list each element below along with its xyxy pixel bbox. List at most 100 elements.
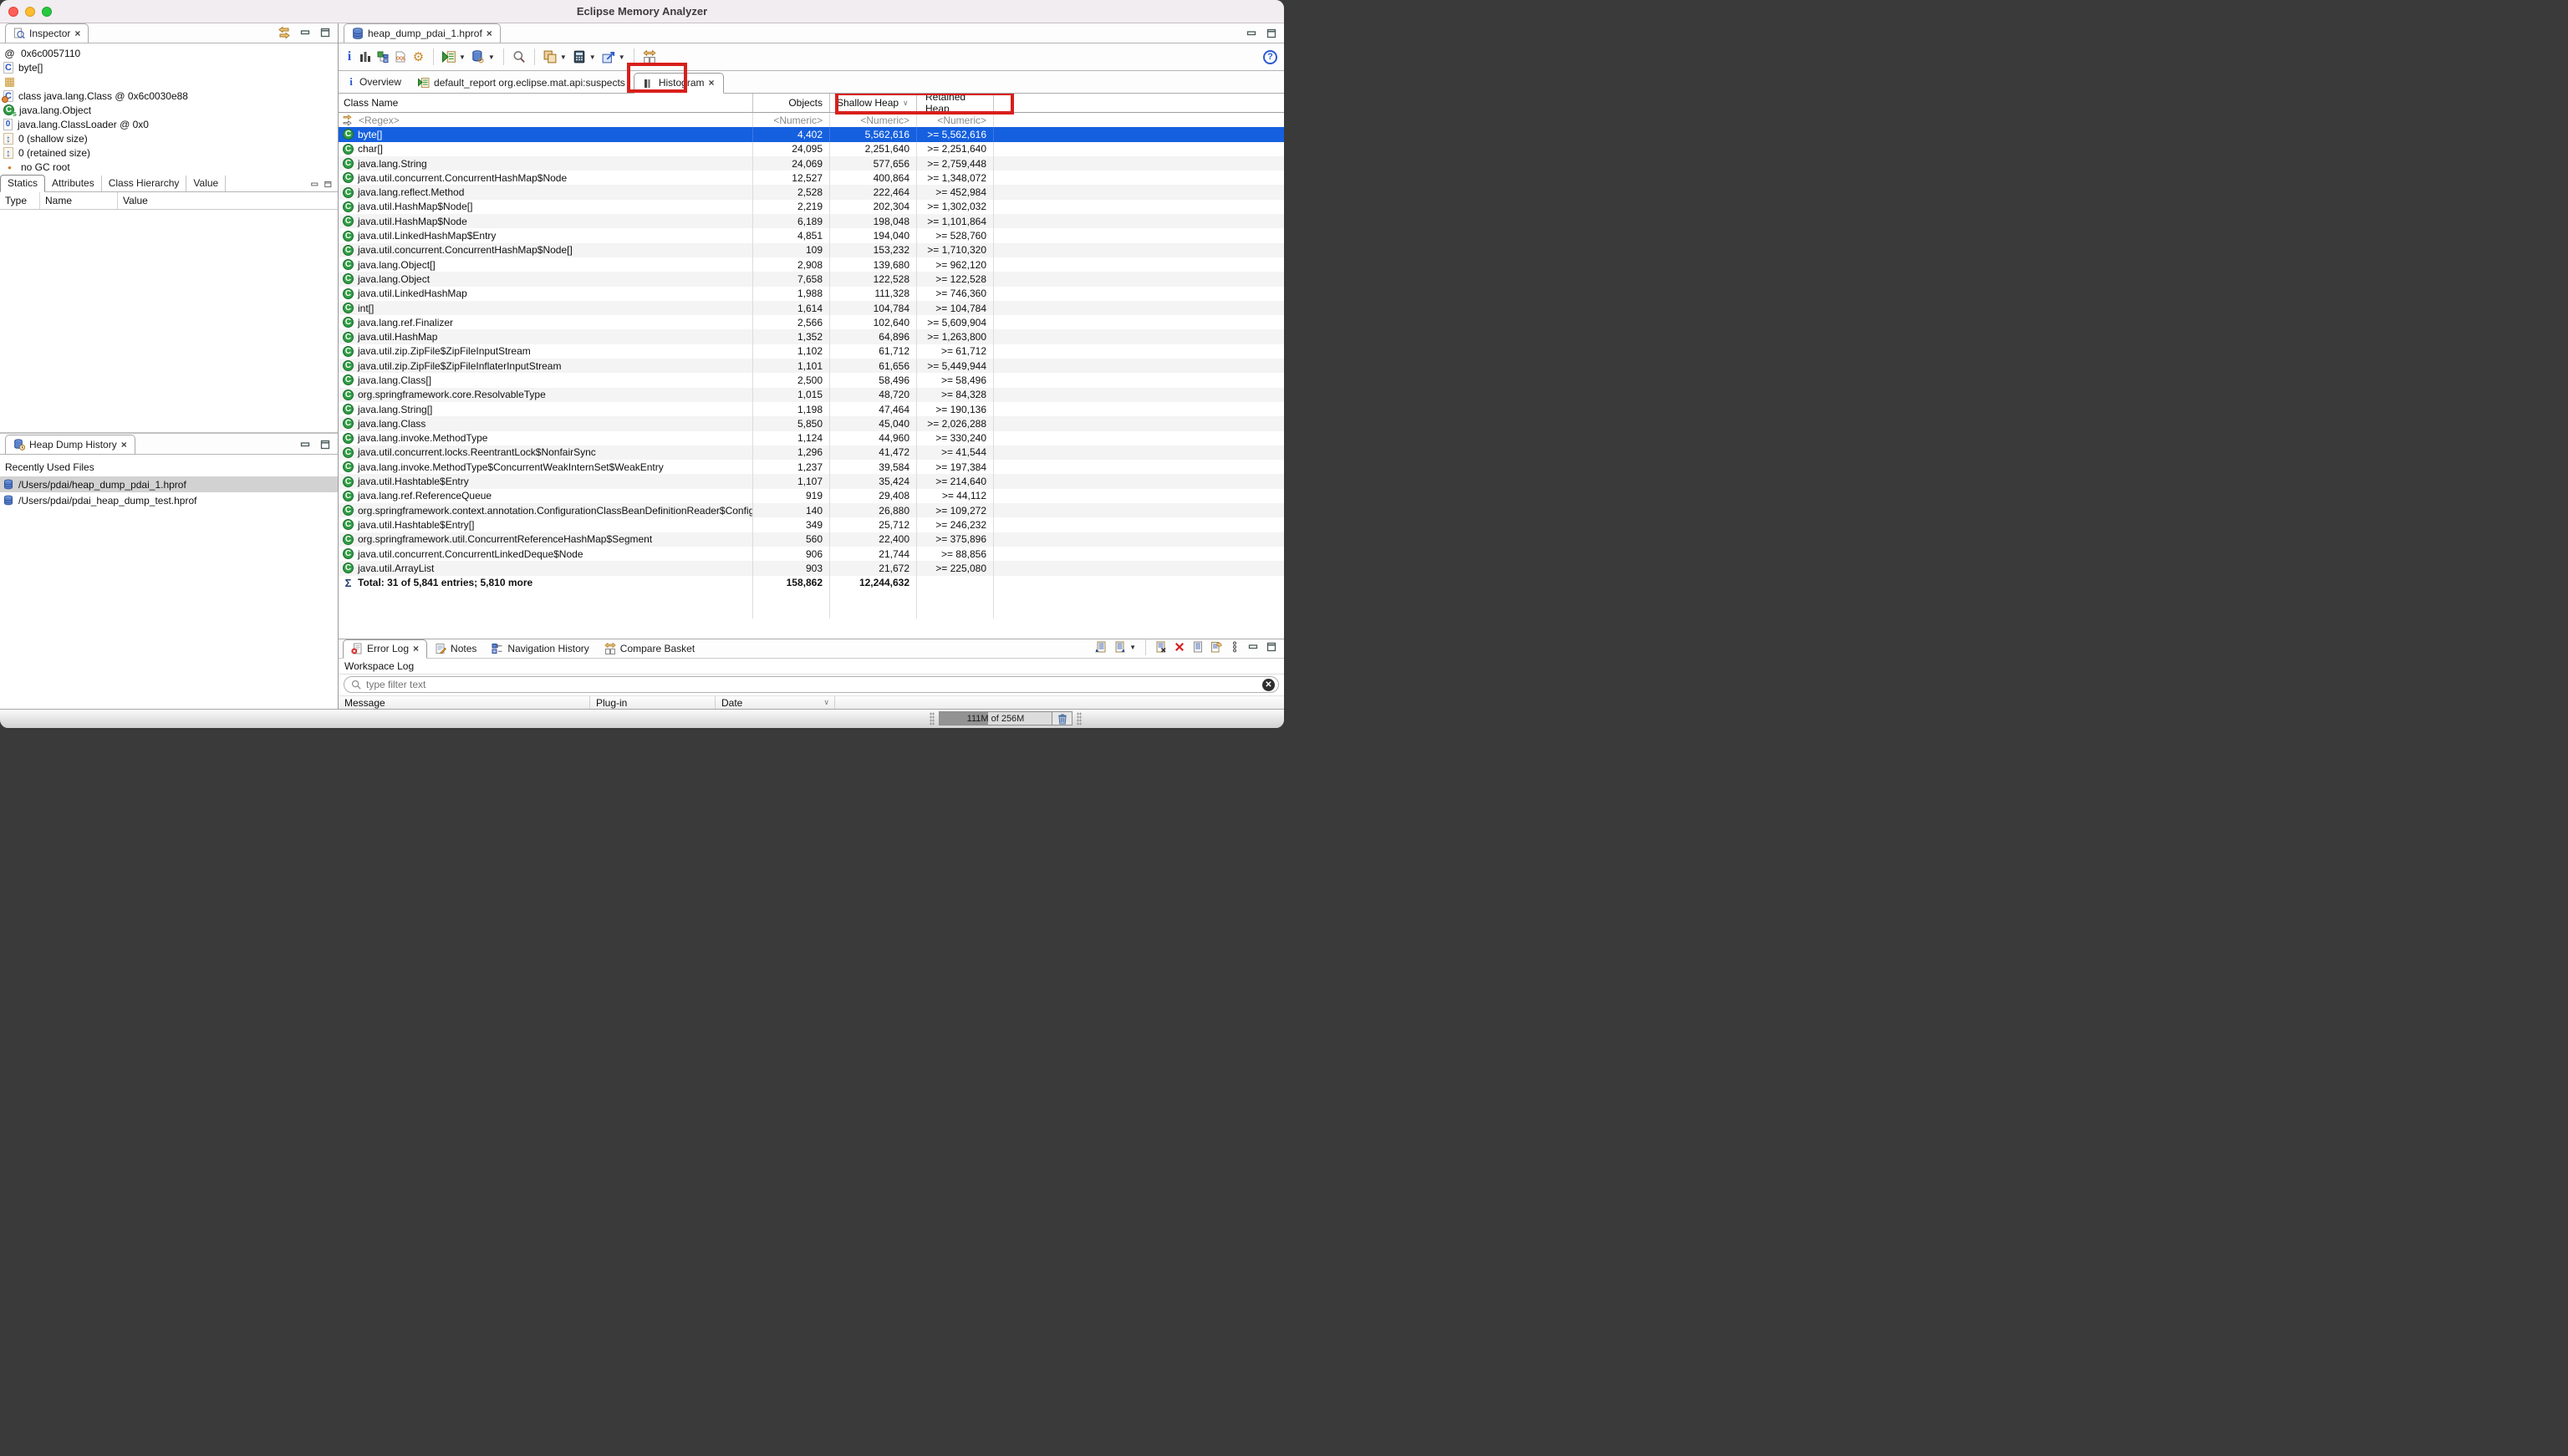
log-filter-box[interactable]: ✕ [344, 676, 1279, 693]
overview-info-icon[interactable]: i [345, 49, 354, 64]
query-browser-icon[interactable]: ⚙ [471, 50, 485, 64]
inspector-item[interactable]: 0 java.lang.ClassLoader @ 0x0 [3, 117, 338, 131]
close-icon[interactable]: × [121, 440, 127, 450]
tab-compare-basket[interactable]: Compare Basket [597, 640, 702, 658]
histogram-row[interactable]: Cjava.util.concurrent.ConcurrentHashMap$… [339, 171, 1284, 185]
tab-heap-dump-history[interactable]: Heap Dump History × [5, 435, 135, 454]
histogram-row[interactable]: Cjava.util.Hashtable$Entry 1,107 35,424 … [339, 474, 1284, 488]
dropdown-arrow-icon[interactable]: ▼ [1129, 644, 1136, 651]
histogram-row[interactable]: Cjava.util.zip.ZipFile$ZipFileInputStrea… [339, 344, 1284, 359]
histogram-row[interactable]: Cjava.util.ArrayList 903 21,672 >= 225,0… [339, 561, 1284, 575]
histogram-total-row[interactable]: ΣTotal: 31 of 5,841 entries; 5,810 more … [339, 576, 1284, 590]
histogram-row[interactable]: Cbyte[] 4,402 5,562,616 >= 5,562,616 [339, 127, 1284, 141]
histogram-row[interactable]: Cjava.lang.Object[] 2,908 139,680 >= 962… [339, 257, 1284, 272]
histogram-row[interactable]: Cjava.lang.ref.ReferenceQueue 919 29,408… [339, 489, 1284, 503]
dropdown-arrow-icon[interactable]: ▼ [560, 53, 567, 61]
numeric-filter-field[interactable]: <Numeric> [917, 113, 994, 127]
inspector-item[interactable]: ● no GC root [3, 160, 338, 174]
minimize-window-button[interactable] [25, 7, 35, 17]
compare-basket-icon[interactable] [643, 50, 656, 64]
histogram-row[interactable]: Cjava.lang.ref.Finalizer 2,566 102,640 >… [339, 315, 1284, 329]
help-icon[interactable]: ? [1263, 50, 1277, 64]
dropdown-arrow-icon[interactable]: ▼ [488, 53, 495, 61]
histogram-row[interactable]: Cjava.lang.String 24,069 577,656 >= 2,75… [339, 156, 1284, 171]
histogram-toolbar-icon[interactable] [359, 51, 371, 63]
tab-value[interactable]: Value [186, 176, 226, 191]
tab-attributes[interactable]: Attributes [45, 176, 102, 191]
maximize-icon[interactable] [1266, 28, 1277, 39]
minimize-icon[interactable] [1246, 28, 1257, 39]
drag-handle[interactable] [930, 712, 935, 725]
export-chart-icon[interactable] [602, 50, 615, 64]
dropdown-arrow-icon[interactable]: ▼ [619, 53, 625, 61]
inspector-item[interactable]: ↕ 0 (retained size) [3, 145, 338, 160]
minimize-icon[interactable] [299, 439, 311, 451]
clear-filter-icon[interactable]: ✕ [1262, 679, 1275, 691]
calculator-icon[interactable] [573, 50, 586, 64]
tab-heap-dump-editor[interactable]: heap_dump_pdai_1.hprof × [344, 23, 501, 43]
tab-notes[interactable]: Notes [427, 640, 484, 658]
histogram-row[interactable]: Cint[] 1,614 104,784 >= 104,784 [339, 301, 1284, 315]
recent-file-item[interactable]: /Users/pdai/heap_dump_pdai_1.hprof [0, 476, 338, 492]
tab-statics[interactable]: Statics [0, 175, 45, 192]
column-retained-heap[interactable]: Retained Heap [917, 94, 994, 112]
regex-filter-field[interactable]: <Regex> [339, 113, 753, 127]
maximize-icon[interactable] [324, 181, 333, 188]
view-menu-icon[interactable] [1229, 641, 1241, 653]
histogram-row[interactable]: Cjava.lang.Class 5,850 45,040 >= 2,026,2… [339, 416, 1284, 430]
inspector-item[interactable]: C byte[] [3, 60, 338, 74]
column-shallow-heap[interactable]: Shallow Heap∨ [830, 94, 917, 112]
numeric-filter-field[interactable]: <Numeric> [753, 113, 830, 127]
tab-overview[interactable]: i Overview [339, 72, 410, 93]
histogram-row[interactable]: Cjava.lang.reflect.Method 2,528 222,464 … [339, 185, 1284, 199]
garbage-collect-button[interactable] [1052, 711, 1073, 725]
drag-handle[interactable] [1077, 712, 1082, 725]
compare-tables-icon[interactable] [543, 50, 557, 64]
maximize-icon[interactable] [319, 439, 331, 451]
dropdown-arrow-icon[interactable]: ▼ [589, 53, 596, 61]
histogram-row[interactable]: Cjava.util.Hashtable$Entry[] 349 25,712 … [339, 517, 1284, 532]
inspector-item[interactable]: ▦ [3, 74, 338, 89]
log-filter-input[interactable] [366, 679, 1257, 690]
thread-settings-icon[interactable]: ⚙ [412, 51, 425, 64]
histogram-row[interactable]: Cjava.util.LinkedHashMap 1,988 111,328 >… [339, 287, 1284, 301]
histogram-row[interactable]: Cchar[] 24,095 2,251,640 >= 2,251,640 [339, 142, 1284, 156]
histogram-row[interactable]: Corg.springframework.util.ConcurrentRefe… [339, 532, 1284, 547]
tab-histogram[interactable]: Histogram × [634, 73, 724, 94]
close-icon[interactable]: × [74, 28, 80, 38]
tab-default-report[interactable]: default_report org.eclipse.mat.api:suspe… [410, 74, 634, 93]
histogram-row[interactable]: Cjava.lang.invoke.MethodType$ConcurrentW… [339, 460, 1284, 474]
zoom-window-button[interactable] [42, 7, 52, 17]
column-value[interactable]: Value [118, 192, 338, 209]
import-log-icon[interactable] [1113, 641, 1125, 653]
oql-icon[interactable]: OQL [395, 51, 406, 63]
delete-log-icon[interactable] [1174, 641, 1185, 653]
histogram-row[interactable]: Cjava.util.concurrent.ConcurrentLinkedDe… [339, 547, 1284, 561]
column-type[interactable]: Type [0, 192, 40, 209]
minimize-icon[interactable] [1247, 641, 1259, 653]
histogram-row[interactable]: Cjava.util.LinkedHashMap$Entry 4,851 194… [339, 228, 1284, 242]
tab-error-log[interactable]: Error Log × [343, 639, 427, 659]
histogram-row[interactable]: Corg.springframework.core.ResolvableType… [339, 388, 1284, 402]
histogram-row[interactable]: Cjava.util.HashMap$Node 6,189 198,048 >=… [339, 214, 1284, 228]
histogram-row[interactable]: Cjava.util.HashMap 1,352 64,896 >= 1,263… [339, 329, 1284, 344]
column-objects[interactable]: Objects [753, 94, 830, 112]
histogram-row[interactable]: Cjava.lang.String[] 1,198 47,464 >= 190,… [339, 402, 1284, 416]
memory-gauge[interactable]: 111M of 256M [939, 711, 1052, 725]
column-message[interactable]: Message [339, 696, 590, 709]
histogram-row[interactable]: Cjava.util.zip.ZipFile$ZipFileInflaterIn… [339, 359, 1284, 373]
histogram-row[interactable]: Corg.springframework.context.annotation.… [339, 503, 1284, 517]
close-icon[interactable]: × [709, 78, 715, 88]
export-log-icon[interactable] [1095, 641, 1107, 653]
tab-navigation-history[interactable]: Navigation History [484, 640, 596, 658]
maximize-icon[interactable] [319, 27, 331, 38]
run-expert-test-icon[interactable] [442, 50, 456, 64]
search-icon[interactable] [512, 50, 526, 64]
close-icon[interactable]: × [413, 644, 419, 654]
link-with-snapshot-icon[interactable] [278, 26, 291, 39]
minimize-icon[interactable] [299, 27, 311, 38]
tab-inspector[interactable]: Inspector × [5, 23, 89, 43]
close-window-button[interactable] [8, 7, 18, 17]
column-name[interactable]: Name [40, 192, 118, 209]
inspector-item[interactable]: C java.lang.Object [3, 103, 338, 117]
